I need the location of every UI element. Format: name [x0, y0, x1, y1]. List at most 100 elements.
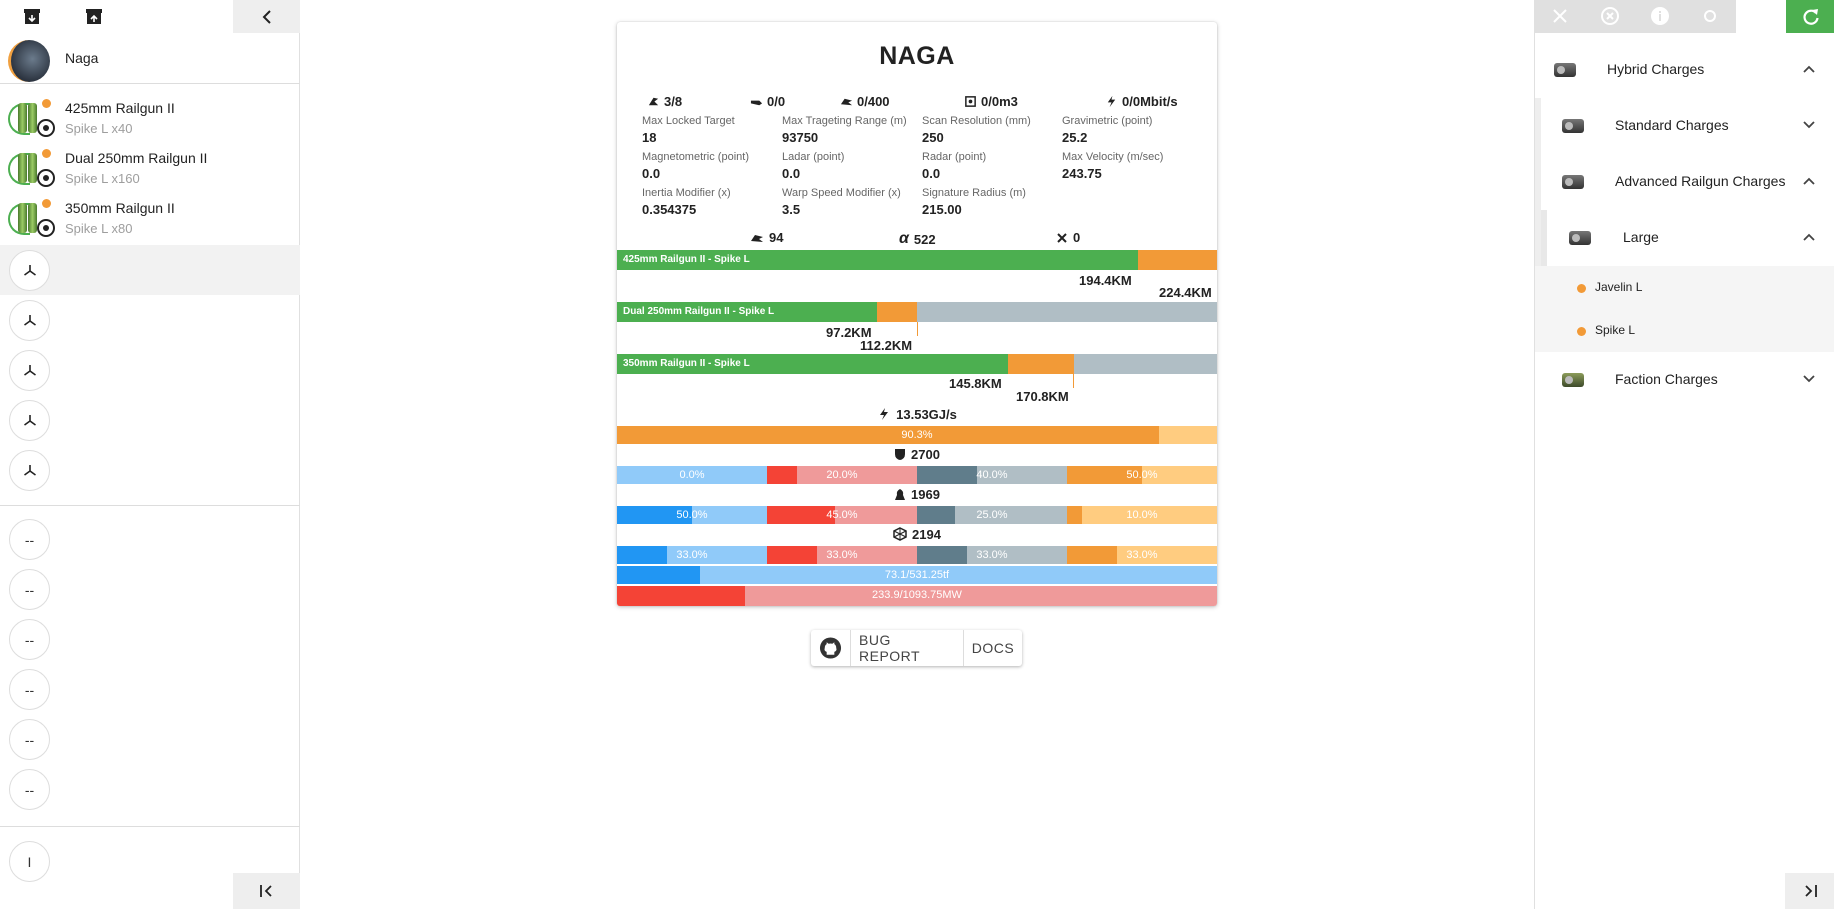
kinetic-resist-label: 40.0% [976, 469, 1008, 481]
collapse-to-start-button[interactable] [233, 873, 300, 909]
module-name: 350mm Railgun II [65, 200, 175, 216]
thermal-resist-label: 45.0% [826, 509, 858, 521]
drone-dps-icon [1057, 232, 1067, 243]
stat-value: 3.5 [782, 202, 801, 217]
category-hybrid-charges[interactable]: Hybrid Charges [1535, 42, 1834, 98]
mid-slot-icon: -- [9, 669, 50, 710]
docs-button[interactable]: DOCS [964, 630, 1022, 666]
empty-high-slot[interactable] [0, 295, 300, 345]
stat-label: Warp Speed Modifier (x) [782, 187, 901, 199]
explosive-resist-label: 33.0% [1126, 549, 1158, 561]
bug-report-button[interactable]: BUG REPORT [851, 630, 964, 666]
falloff-range-label: 112.2KM [860, 338, 913, 353]
thermal-resist-segment: 20.0% [767, 466, 917, 484]
em-resist-segment: 0.0% [617, 466, 767, 484]
low-slot-icon: I [9, 841, 50, 882]
bandwidth-resource: 0/0Mbit/s [1105, 94, 1178, 109]
stat-label: Max Locked Target [642, 115, 735, 127]
weapon-label: Dual 250mm Railgun II - Spike L [623, 306, 775, 317]
faction-charge-icon [1560, 370, 1586, 390]
circle-outline-icon[interactable] [1700, 6, 1720, 26]
em-resist-label: 33.0% [676, 549, 708, 561]
collapse-left-button[interactable] [233, 0, 300, 33]
refresh-button[interactable] [1786, 0, 1834, 33]
empty-high-slot[interactable] [0, 245, 300, 295]
ship-selector[interactable]: Naga [0, 36, 300, 84]
empty-mid-slot[interactable]: -- [0, 614, 300, 664]
stat-scan-resolution: Scan Resolution (mm) 250 [922, 115, 1062, 145]
left-toolbar [0, 0, 300, 33]
empty-high-slot[interactable] [0, 395, 300, 445]
dps-stat: 94 [750, 230, 783, 245]
capacitor-header: 13.53GJ/s [617, 406, 1217, 422]
armor-hp: 1969 [911, 486, 940, 502]
category-large[interactable]: Large [1535, 210, 1834, 266]
stat-label: Signature Radius (m) [922, 187, 1026, 199]
category-standard-charges[interactable]: Standard Charges [1535, 98, 1834, 154]
archive-up-icon[interactable] [85, 7, 103, 25]
collapse-right-button[interactable] [1785, 873, 1834, 909]
stat-gravimetric: Gravimetric (point) 25.2 [1062, 115, 1202, 145]
high-slot-1[interactable]: 425mm Railgun II Spike L x40 [0, 91, 300, 141]
category-advanced-railgun-charges[interactable]: Advanced Railgun Charges [1535, 154, 1834, 210]
chevron-down-icon [1803, 121, 1815, 129]
stat-value: 0.0 [922, 166, 941, 181]
info-icon[interactable] [1650, 6, 1670, 26]
high-slot-2[interactable]: Dual 250mm Railgun II Spike L x160 [0, 141, 300, 191]
close-icon[interactable] [1550, 6, 1570, 26]
ammo-label: Javelin L [1595, 280, 1643, 294]
ammo-item[interactable]: Javelin L [1535, 266, 1834, 309]
category-faction-charges[interactable]: Faction Charges [1535, 352, 1834, 408]
empty-mid-slot[interactable]: -- [0, 664, 300, 714]
explosive-resist-segment: 33.0% [1067, 546, 1217, 564]
optimal-range-label: 194.4KM [1079, 273, 1132, 288]
stat-value: 18 [642, 130, 657, 145]
market-panel: Hybrid Charges Standard Charges Advanced… [1534, 0, 1834, 909]
resource-value: 0/0 [767, 94, 786, 109]
kinetic-resist-segment: 33.0% [917, 546, 1067, 564]
empty-mid-slot[interactable]: -- [0, 514, 300, 564]
github-button[interactable] [811, 630, 851, 666]
ammo-item[interactable]: Spike L [1535, 309, 1834, 352]
kinetic-resist-segment: 40.0% [917, 466, 1067, 484]
empty-high-slot[interactable] [0, 345, 300, 395]
slot-divider [0, 826, 300, 827]
explosive-resist-segment: 10.0% [1067, 506, 1217, 524]
large-charge-icon [1567, 228, 1593, 248]
stat-label: Inertia Modifier (x) [642, 187, 731, 199]
module-charge: Spike L x80 [65, 221, 133, 236]
charge-target-icon [37, 219, 55, 237]
footer-button-group: BUG REPORT DOCS [811, 630, 1022, 666]
thermal-resist-label: 33.0% [826, 549, 858, 561]
shield-resist-bar: 0.0% 20.0% 40.0% 50.0% [617, 466, 1217, 484]
em-resist-label: 0.0% [679, 469, 705, 481]
stat-value: 0.354375 [642, 202, 697, 217]
charge-target-icon [37, 119, 55, 137]
online-status-dot [42, 199, 51, 208]
archive-down-icon[interactable] [23, 7, 41, 25]
hybrid-charge-icon [1552, 60, 1578, 80]
powergrid-bar: 233.9/1093.75MW [617, 586, 1217, 606]
github-icon [819, 637, 842, 659]
em-resist-label: 50.0% [676, 509, 708, 521]
empty-mid-slot[interactable]: -- [0, 714, 300, 764]
clear-circle-icon[interactable] [1600, 6, 1620, 26]
empty-mid-slot[interactable]: -- [0, 764, 300, 814]
ship-name: Naga [65, 50, 99, 66]
empty-mid-slot[interactable]: -- [0, 564, 300, 614]
high-slot-icon [9, 300, 50, 341]
ship-avatar [8, 40, 50, 82]
module-name: 425mm Railgun II [65, 100, 175, 116]
empty-high-slot[interactable] [0, 445, 300, 495]
weapon-range-bar: 425mm Railgun II - Spike L [617, 250, 1217, 270]
dronebay-resource: 0/0m3 [964, 94, 1018, 109]
resource-row: 3/8 0/0 0/400 0/0m3 0/0Mbit/s [617, 94, 1217, 110]
hull-hp: 2194 [912, 526, 941, 542]
stat-value: 25.2 [1062, 130, 1088, 145]
armor-icon [895, 488, 906, 500]
stat-value: 215.00 [922, 202, 962, 217]
high-slot-3[interactable]: 350mm Railgun II Spike L x80 [0, 191, 300, 241]
thermal-resist-segment: 45.0% [767, 506, 917, 524]
drone-dps-value: 0 [1073, 230, 1081, 245]
category-label: Hybrid Charges [1607, 61, 1705, 77]
